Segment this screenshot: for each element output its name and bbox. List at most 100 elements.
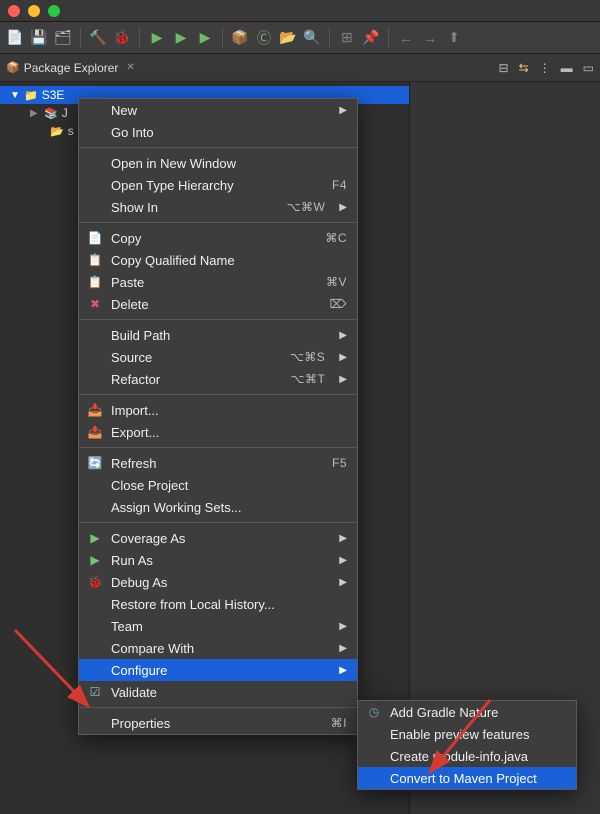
submenu-convert-to-maven-project[interactable]: Convert to Maven Project: [358, 767, 576, 789]
menu-open-type-hierarchy[interactable]: Open Type HierarchyF4: [79, 174, 357, 196]
maximize-pane-icon[interactable]: ▭: [583, 61, 594, 75]
menu-copy-qualified-name[interactable]: 📋Copy Qualified Name: [79, 249, 357, 271]
menu-properties[interactable]: Properties⌘I: [79, 712, 357, 734]
copy-icon: 📄: [87, 231, 103, 245]
copy-qualified-icon: 📋: [87, 253, 103, 267]
export-icon: 📤: [87, 425, 103, 439]
menu-paste[interactable]: 📋Paste⌘V: [79, 271, 357, 293]
source-folder-icon: 📂: [50, 125, 64, 138]
menu-close-project[interactable]: Close Project: [79, 474, 357, 496]
menu-separator: [79, 147, 357, 148]
submenu-arrow-icon: ▶: [339, 555, 347, 566]
menu-copy[interactable]: 📄Copy⌘C: [79, 227, 357, 249]
package-explorer-icon: 📦: [6, 61, 20, 74]
save-icon[interactable]: 💾: [30, 29, 48, 47]
toggle-icon[interactable]: ⊞: [338, 29, 356, 47]
menu-separator: [79, 447, 357, 448]
menu-separator: [79, 522, 357, 523]
view-menu-icon[interactable]: ⋮: [539, 61, 551, 75]
search-icon[interactable]: 🔍: [303, 29, 321, 47]
submenu-arrow-icon: ▶: [339, 202, 347, 213]
gradle-icon: ◷: [366, 705, 382, 719]
build-icon[interactable]: 🔨: [89, 29, 107, 47]
toolbar-separator: [222, 28, 223, 48]
pin-icon[interactable]: 📌: [362, 29, 380, 47]
toolbar-separator: [329, 28, 330, 48]
project-icon: 📁: [24, 89, 38, 102]
menu-delete[interactable]: ✖Delete⌦: [79, 293, 357, 315]
source-label: s: [68, 124, 74, 138]
traffic-lights: [8, 5, 60, 17]
import-icon: 📥: [87, 403, 103, 417]
submenu-arrow-icon: ▶: [339, 621, 347, 632]
pane-title: Package Explorer: [24, 61, 119, 75]
menu-separator: [79, 222, 357, 223]
debug-icon: 🐞: [87, 575, 103, 589]
minimize-window-button[interactable]: [28, 5, 40, 17]
zoom-window-button[interactable]: [48, 5, 60, 17]
coverage-icon[interactable]: ▶: [172, 29, 190, 47]
menu-compare-with[interactable]: Compare With▶: [79, 637, 357, 659]
menu-open-new-window[interactable]: Open in New Window: [79, 152, 357, 174]
menu-go-into[interactable]: Go Into: [79, 121, 357, 143]
menu-validate[interactable]: ☑Validate: [79, 681, 357, 703]
coverage-icon: ▶: [87, 531, 103, 545]
menu-coverage-as[interactable]: ▶Coverage As▶: [79, 527, 357, 549]
menu-refactor[interactable]: Refactor⌥⌘T▶: [79, 368, 357, 390]
expand-arrow-icon[interactable]: ▶: [30, 108, 40, 119]
minimize-pane-icon[interactable]: ▬: [561, 61, 573, 75]
menu-export[interactable]: 📤Export...: [79, 421, 357, 443]
submenu-arrow-icon: ▶: [339, 330, 347, 341]
library-label: J: [62, 106, 68, 120]
menu-separator: [79, 319, 357, 320]
paste-icon: 📋: [87, 275, 103, 289]
save-all-icon[interactable]: 🗂: [54, 29, 72, 47]
open-type-icon[interactable]: 📂: [279, 29, 297, 47]
project-context-menu: New▶ Go Into Open in New Window Open Typ…: [78, 98, 358, 735]
submenu-arrow-icon: ▶: [339, 352, 347, 363]
menu-refresh[interactable]: 🔄RefreshF5: [79, 452, 357, 474]
run-icon: ▶: [87, 553, 103, 567]
run-icon[interactable]: ▶: [148, 29, 166, 47]
back-icon[interactable]: ←: [397, 29, 415, 47]
menu-separator: [79, 394, 357, 395]
new-icon[interactable]: 📄: [6, 29, 24, 47]
window-titlebar: [0, 0, 600, 22]
menu-team[interactable]: Team▶: [79, 615, 357, 637]
menu-source[interactable]: Source⌥⌘S▶: [79, 346, 357, 368]
main-toolbar: 📄 💾 🗂 🔨 🐞 ▶ ▶ ▶ 📦 Ⓒ 📂 🔍 ⊞ 📌 ← → ⬆: [0, 22, 600, 54]
library-icon: 📚: [44, 107, 58, 120]
submenu-add-gradle-nature[interactable]: ◷Add Gradle Nature: [358, 701, 576, 723]
submenu-enable-preview-features[interactable]: Enable preview features: [358, 723, 576, 745]
run-last-icon[interactable]: ▶: [196, 29, 214, 47]
menu-restore-local-history[interactable]: Restore from Local History...: [79, 593, 357, 615]
collapse-all-icon[interactable]: ⊟: [499, 61, 509, 75]
menu-debug-as[interactable]: 🐞Debug As▶: [79, 571, 357, 593]
submenu-arrow-icon: ▶: [339, 533, 347, 544]
menu-separator: [79, 707, 357, 708]
expand-arrow-icon[interactable]: ▼: [10, 90, 20, 101]
close-pane-icon[interactable]: ✕: [126, 62, 134, 73]
link-editor-icon[interactable]: ⇆: [519, 61, 529, 75]
submenu-arrow-icon: ▶: [339, 374, 347, 385]
toolbar-separator: [388, 28, 389, 48]
menu-show-in[interactable]: Show In⌥⌘W▶: [79, 196, 357, 218]
configure-submenu: ◷Add Gradle Nature Enable preview featur…: [357, 700, 577, 790]
up-icon[interactable]: ⬆: [445, 29, 463, 47]
submenu-arrow-icon: ▶: [339, 105, 347, 116]
menu-new[interactable]: New▶: [79, 99, 357, 121]
refresh-icon: 🔄: [87, 456, 103, 470]
menu-build-path[interactable]: Build Path▶: [79, 324, 357, 346]
submenu-create-module-info[interactable]: Create module-info.java: [358, 745, 576, 767]
close-window-button[interactable]: [8, 5, 20, 17]
delete-icon: ✖: [87, 297, 103, 311]
forward-icon[interactable]: →: [421, 29, 439, 47]
new-package-icon[interactable]: 📦: [231, 29, 249, 47]
new-class-icon[interactable]: Ⓒ: [255, 29, 273, 47]
debug-dropdown-icon[interactable]: 🐞: [113, 29, 131, 47]
menu-import[interactable]: 📥Import...: [79, 399, 357, 421]
submenu-arrow-icon: ▶: [339, 665, 347, 676]
menu-configure[interactable]: Configure▶: [79, 659, 357, 681]
menu-assign-working-sets[interactable]: Assign Working Sets...: [79, 496, 357, 518]
menu-run-as[interactable]: ▶Run As▶: [79, 549, 357, 571]
